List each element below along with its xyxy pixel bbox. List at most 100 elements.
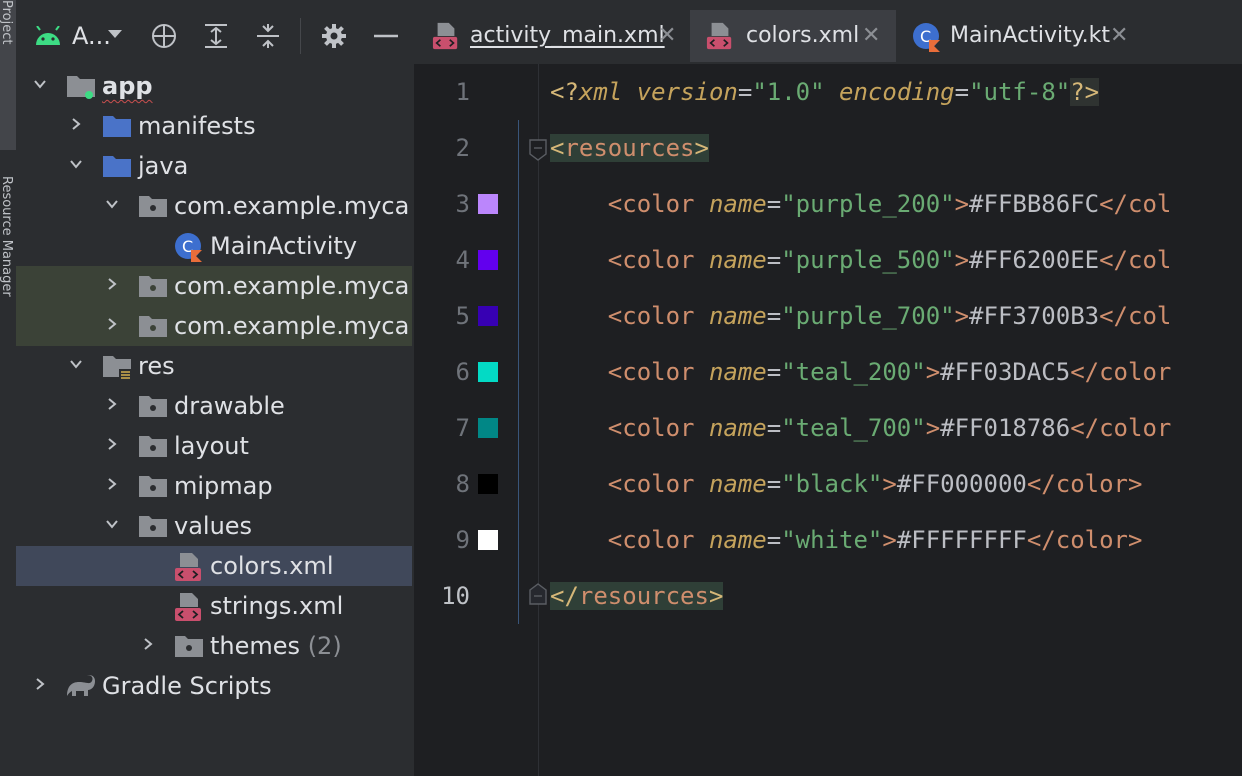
- tree-item-mainactivity[interactable]: C MainActivity: [16, 226, 412, 266]
- chevron-right-icon[interactable]: [142, 638, 154, 650]
- folder-icon: [103, 156, 131, 177]
- close-icon[interactable]: ✕: [658, 10, 676, 62]
- tree-item-mipmap[interactable]: mipmap: [16, 466, 412, 506]
- indent-guide: [518, 120, 519, 624]
- chevron-right-icon[interactable]: [106, 318, 118, 330]
- color-swatch[interactable]: [478, 250, 498, 270]
- tree-item-package[interactable]: com.example.myca: [16, 266, 412, 306]
- item-count: (2): [307, 632, 342, 660]
- code-line: <color name="teal_200">#FF03DAC5</color: [607, 358, 1172, 386]
- chevron-right-icon[interactable]: [106, 398, 118, 410]
- code-line: <resources>: [550, 134, 709, 162]
- tree-item-java[interactable]: java: [16, 146, 412, 186]
- editor-tab-bar: activity_main.xml ✕ colors.xml ✕ C MainA…: [414, 0, 1242, 65]
- package-icon: [139, 196, 167, 217]
- color-swatch[interactable]: [478, 306, 498, 326]
- tree-item-colors-xml[interactable]: colors.xml: [16, 546, 412, 586]
- resources-folder-icon: [103, 356, 131, 381]
- xml-file-icon: [706, 22, 732, 50]
- fold-icon[interactable]: [528, 582, 548, 606]
- code-line: <color name="black">#FF000000</color>: [607, 470, 1143, 498]
- tree-item-package[interactable]: com.example.myca: [16, 186, 412, 226]
- project-tool-tab[interactable]: Project: [0, 0, 16, 150]
- xml-file-icon: [175, 553, 201, 581]
- resource-manager-tool-tab[interactable]: Resource Manager: [0, 176, 16, 406]
- chevron-down-icon[interactable]: [106, 198, 118, 210]
- tree-item-layout[interactable]: layout: [16, 426, 412, 466]
- chevron-down-icon[interactable]: [70, 158, 82, 170]
- tab-mainactivity-kt[interactable]: C MainActivity.kt ✕: [896, 10, 1136, 62]
- chevron-down-icon[interactable]: [108, 30, 122, 38]
- close-icon[interactable]: ✕: [862, 10, 880, 62]
- code-line: </resources>: [550, 582, 724, 610]
- chevron-down-icon[interactable]: [70, 358, 82, 370]
- code-line: <color name="purple_500">#FF6200EE</col: [607, 246, 1172, 274]
- line-number: 6: [455, 358, 470, 386]
- tab-colors-xml[interactable]: colors.xml ✕: [690, 10, 896, 62]
- gear-icon[interactable]: [320, 22, 348, 50]
- module-folder-icon: [67, 76, 95, 99]
- color-swatch[interactable]: [478, 530, 498, 550]
- target-icon[interactable]: [150, 22, 178, 50]
- gradle-icon: [67, 675, 95, 696]
- code-line: <color name="white">#FFFFFFFF</color>: [607, 526, 1143, 554]
- tree-item-values[interactable]: values: [16, 506, 412, 546]
- project-panel: A... app manifests java com.example.myca…: [16, 0, 412, 776]
- android-icon: [36, 26, 60, 45]
- editor-area: activity_main.xml ✕ colors.xml ✕ C MainA…: [414, 0, 1242, 776]
- folder-icon: [103, 116, 131, 137]
- line-number: 4: [455, 246, 470, 274]
- package-icon: [139, 396, 167, 417]
- line-number: 1: [455, 78, 470, 106]
- tab-activity-main-xml[interactable]: activity_main.xml ✕: [414, 10, 690, 62]
- xml-file-icon: [175, 593, 201, 621]
- line-number: 7: [455, 414, 470, 442]
- tree-item-package[interactable]: com.example.myca: [16, 306, 412, 346]
- project-view-selector[interactable]: A...: [72, 22, 111, 50]
- tool-window-strip: Project Resource Manager: [0, 0, 17, 776]
- chevron-down-icon[interactable]: [34, 78, 46, 90]
- code-line: <?xml version="1.0" encoding="utf-8"?>: [550, 78, 1100, 106]
- collapse-all-icon[interactable]: [254, 22, 282, 50]
- chevron-right-icon[interactable]: [106, 438, 118, 450]
- color-swatch[interactable]: [478, 474, 498, 494]
- line-number: 2: [455, 134, 470, 162]
- fold-icon[interactable]: [528, 138, 548, 162]
- package-icon: [175, 636, 203, 657]
- package-icon: [139, 516, 167, 537]
- chevron-right-icon[interactable]: [34, 678, 46, 690]
- tree-item-app[interactable]: app: [16, 66, 412, 106]
- minimize-icon[interactable]: [372, 22, 400, 50]
- project-toolbar: A...: [16, 0, 412, 70]
- chevron-down-icon[interactable]: [106, 518, 118, 530]
- kotlin-class-icon: C: [175, 233, 202, 262]
- toolbar-separator: [300, 18, 301, 54]
- color-swatch[interactable]: [478, 418, 498, 438]
- tree-item-gradle-scripts[interactable]: Gradle Scripts: [16, 666, 412, 706]
- expand-all-icon[interactable]: [202, 22, 230, 50]
- package-icon: [139, 436, 167, 457]
- line-number: 9: [455, 526, 470, 554]
- tree-item-drawable[interactable]: drawable: [16, 386, 412, 426]
- package-icon: [139, 476, 167, 497]
- package-icon: [139, 276, 167, 297]
- line-number: 3: [455, 190, 470, 218]
- line-number: 8: [455, 470, 470, 498]
- code-line: <color name="teal_700">#FF018786</color: [607, 414, 1172, 442]
- tree-item-strings-xml[interactable]: strings.xml: [16, 586, 412, 626]
- fold-guide: [538, 64, 539, 776]
- color-swatch[interactable]: [478, 194, 498, 214]
- tree-item-res[interactable]: res: [16, 346, 412, 386]
- tree-item-manifests[interactable]: manifests: [16, 106, 412, 146]
- color-swatch[interactable]: [478, 362, 498, 382]
- code-editor[interactable]: <?xml version="1.0" encoding="utf-8"?> <…: [550, 64, 1242, 776]
- chevron-right-icon[interactable]: [106, 478, 118, 490]
- close-icon[interactable]: ✕: [1110, 10, 1128, 62]
- chevron-right-icon[interactable]: [70, 118, 82, 130]
- tree-item-themes[interactable]: themes (2): [16, 626, 412, 666]
- code-line: <color name="purple_700">#FF3700B3</col: [607, 302, 1172, 330]
- kotlin-class-icon: C: [913, 23, 940, 52]
- code-line: <color name="purple_200">#FFBB86FC</col: [607, 190, 1172, 218]
- line-number: 5: [455, 302, 470, 330]
- chevron-right-icon[interactable]: [106, 278, 118, 290]
